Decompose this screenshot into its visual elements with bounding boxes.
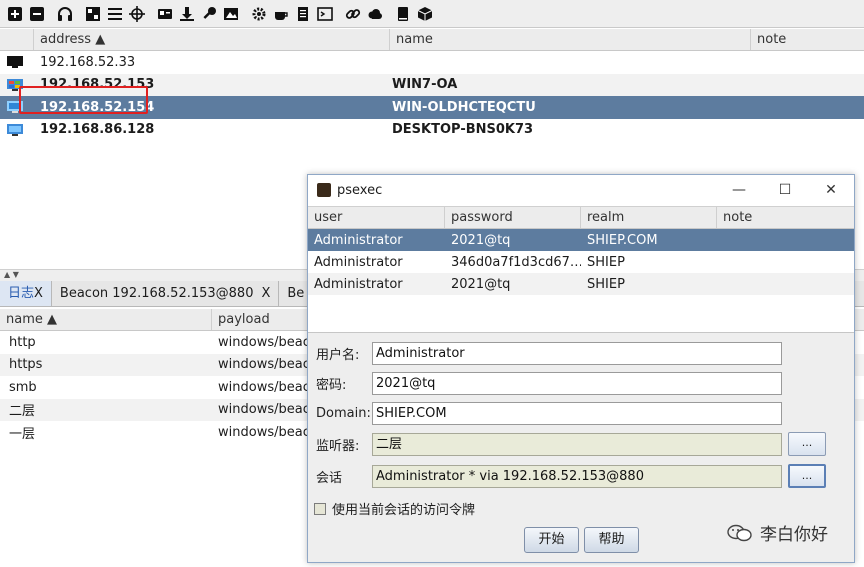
start-button[interactable]: 开始 — [524, 527, 579, 553]
column-realm[interactable]: realm — [581, 207, 717, 228]
listener-name: 二层 — [9, 404, 36, 420]
terminal-icon[interactable] — [314, 3, 336, 25]
column-password[interactable]: password — [445, 207, 581, 228]
session-label: 会话 — [316, 470, 343, 486]
main-toolbar — [0, 0, 864, 28]
session-row: 会话 Administrator * via 192.168.52.153@88… — [308, 464, 826, 488]
domain-label: Domain: — [316, 405, 371, 421]
windows-host-icon — [7, 123, 23, 136]
user-field[interactable]: Administrator — [372, 341, 782, 365]
tab-log[interactable]: 日志X — [0, 281, 52, 306]
help-button[interactable]: 帮助 — [584, 527, 639, 553]
targets-header: address ▲ name note — [0, 29, 864, 51]
user-label: 用户名: — [316, 347, 360, 363]
domain-field[interactable]: SHIEP.COM — [372, 401, 782, 425]
token-checkbox-label: 使用当前会话的访问令牌 — [332, 503, 476, 518]
listener-name: 一层 — [9, 426, 36, 442]
column-name[interactable]: name — [390, 29, 751, 50]
session-field[interactable]: Administrator * via 192.168.52.153@880 — [372, 464, 782, 488]
listener-name: smb — [9, 379, 37, 395]
target-row[interactable]: 192.168.52.33 — [0, 51, 864, 74]
minus-icon[interactable] — [26, 3, 48, 25]
token-checkbox-row[interactable]: 使用当前会话的访问令牌 — [314, 499, 475, 518]
listener-field[interactable]: 二层 — [372, 432, 782, 456]
credential-realm: SHIEP.COM — [587, 232, 658, 248]
column-address[interactable]: address ▲ — [34, 29, 390, 50]
computer-icon — [7, 56, 23, 69]
credential-password: 2021@tq — [451, 232, 511, 248]
session-picker-button[interactable]: ... — [788, 464, 826, 488]
target-row[interactable]: 192.168.86.128 DESKTOP-BNS0K73 — [0, 119, 864, 142]
column-user[interactable]: user — [308, 207, 445, 228]
credential-row-selected[interactable]: Administrator 2021@tq SHIEP.COM — [308, 229, 854, 251]
credentials-header: user password realm note — [308, 207, 854, 229]
document-icon[interactable] — [292, 3, 314, 25]
tab-close-button[interactable]: X — [34, 286, 43, 301]
credential-password: 346d0a7f1d3cd67… — [451, 254, 581, 270]
credential-user: Administrator — [314, 254, 403, 270]
credential-password: 2021@tq — [451, 276, 511, 292]
gear-icon[interactable] — [248, 3, 270, 25]
tab-label: Be — [287, 286, 305, 301]
credential-user: Administrator — [314, 232, 403, 248]
credential-row[interactable]: Administrator 346d0a7f1d3cd67… SHIEP — [308, 251, 854, 273]
headphones-icon[interactable] — [54, 3, 76, 25]
watermark: 李白你好 — [726, 520, 828, 545]
pivot-graph-icon[interactable] — [82, 3, 104, 25]
target-name: WIN-OLDHCTEQCTU — [392, 99, 536, 115]
highlight-box — [19, 86, 148, 114]
listener-row: 监听器: 二层 ... — [308, 432, 826, 456]
tab-label: 日志 — [8, 286, 35, 301]
credential-realm: SHIEP — [587, 276, 625, 292]
plus-icon[interactable] — [4, 3, 26, 25]
listener-name: http — [9, 334, 36, 350]
password-field[interactable]: 2021@tq — [372, 371, 782, 395]
credential-user: Administrator — [314, 276, 403, 292]
tab-close-button[interactable]: X — [261, 286, 270, 301]
coffee-icon[interactable] — [270, 3, 292, 25]
dialog-titlebar[interactable]: psexec — ☐ ✕ — [308, 175, 854, 205]
token-checkbox[interactable] — [314, 502, 326, 515]
download-icon[interactable] — [176, 3, 198, 25]
watermark-text: 李白你好 — [760, 525, 828, 545]
tab-beacon[interactable]: Beacon 192.168.52.153@880 X — [51, 281, 280, 306]
dialog-title: psexec — [337, 182, 383, 198]
target-address: 192.168.52.33 — [40, 54, 136, 70]
tab-label: Beacon 192.168.52.153@880 — [59, 286, 254, 301]
credentials-table: user password realm note Administrator 2… — [308, 206, 854, 330]
target-name: DESKTOP-BNS0K73 — [392, 122, 534, 138]
list-icon[interactable] — [104, 3, 126, 25]
listener-name: https — [9, 357, 43, 373]
target-name: WIN7-OA — [392, 77, 458, 93]
column-note[interactable]: note — [717, 207, 854, 228]
app-icon — [317, 183, 331, 197]
key-icon[interactable] — [198, 3, 220, 25]
minimize-button[interactable]: — — [716, 175, 762, 205]
maximize-button[interactable]: ☐ — [762, 175, 808, 205]
wechat-icon — [727, 524, 752, 541]
password-label: 密码: — [316, 377, 347, 393]
target-address: 192.168.86.128 — [40, 122, 155, 138]
listener-picker-button[interactable]: ... — [788, 432, 826, 456]
user-row: 用户名: Administrator — [308, 341, 782, 365]
close-button[interactable]: ✕ — [808, 175, 854, 205]
password-row: 密码: 2021@tq — [308, 371, 782, 395]
book-icon[interactable] — [392, 3, 414, 25]
credential-row[interactable]: Administrator 2021@tq SHIEP — [308, 273, 854, 295]
domain-row: Domain: SHIEP.COM — [308, 401, 782, 425]
credential-realm: SHIEP — [587, 254, 625, 270]
column-listener-name[interactable]: name ▲ — [0, 309, 212, 330]
link-icon[interactable] — [342, 3, 364, 25]
crosshair-icon[interactable] — [126, 3, 148, 25]
cloud-icon[interactable] — [364, 3, 386, 25]
psexec-dialog: psexec — ☐ ✕ user password realm note Ad… — [307, 174, 855, 563]
column-note[interactable]: note — [751, 29, 864, 50]
listener-label: 监听器: — [316, 438, 360, 454]
credentials-icon[interactable] — [154, 3, 176, 25]
cube-icon[interactable] — [414, 3, 436, 25]
image-icon[interactable] — [220, 3, 242, 25]
